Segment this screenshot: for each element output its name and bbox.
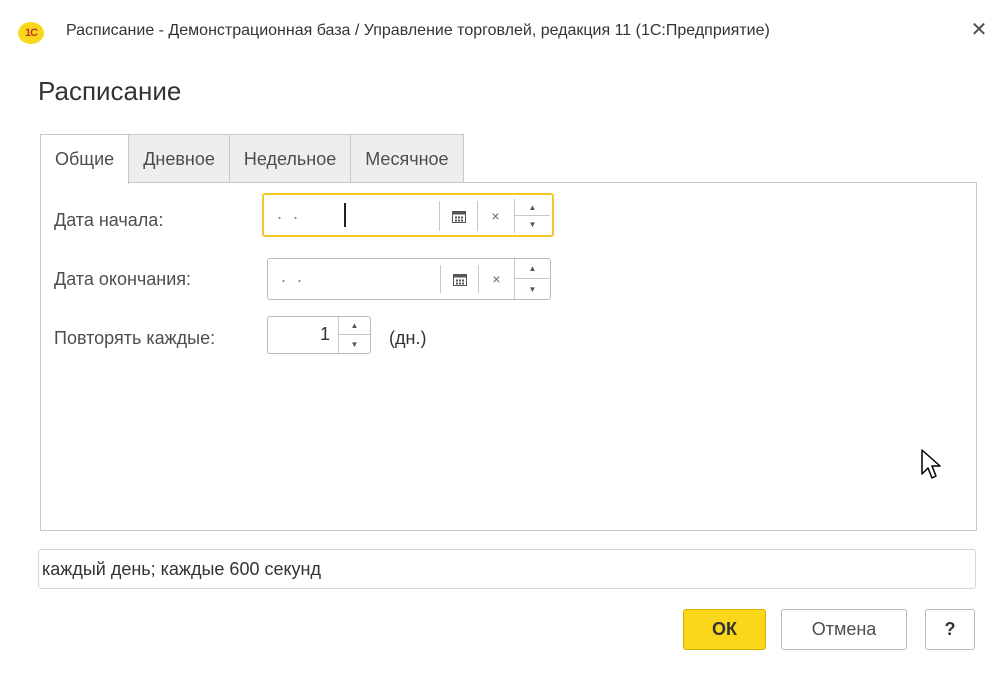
end-date-calendar-button[interactable] [440,265,478,293]
title-bar: 1С Расписание - Демонстрационная база / … [0,0,1006,64]
start-date-spin-down-button[interactable]: ▼ [515,216,550,233]
repeat-unit: (дн.) [389,328,427,348]
tab-daily[interactable]: Дневное [128,134,230,183]
spin-down-icon: ▼ [350,339,359,349]
end-date-spin: ▲ ▼ [514,259,550,299]
repeat-label: Повторять каждые: [54,328,216,348]
schedule-summary-text: каждый день; каждые 600 секунд [42,559,321,579]
start-date-value: . . [277,203,302,223]
schedule-window: 1С Расписание - Демонстрационная база / … [0,0,1006,674]
spin-down-icon: ▼ [528,220,537,229]
end-date-field[interactable]: . . × ▲ ▼ [267,258,551,300]
spin-up-icon: ▲ [528,264,537,273]
start-date-spin-up-button[interactable]: ▲ [515,199,550,216]
start-date-spin: ▲ ▼ [514,199,550,233]
close-button[interactable]: ✕ [966,16,992,44]
mouse-cursor-icon [921,449,941,479]
tab-general[interactable]: Общие [40,134,130,184]
text-caret [344,203,346,227]
end-date-clear-button[interactable]: × [478,265,514,293]
help-button[interactable]: ? [925,609,975,650]
start-date-clear-button[interactable]: × [477,201,513,231]
spin-down-icon: ▼ [528,284,537,294]
clear-icon: × [492,271,501,287]
repeat-interval-field[interactable]: 1 ▲ ▼ [267,316,371,354]
clear-icon: × [491,208,500,224]
window-title: Расписание - Демонстрационная база / Упр… [66,22,770,39]
tab-weekly[interactable]: Недельное [228,134,352,183]
cancel-button[interactable]: Отмена [781,609,907,650]
form-title: Расписание [38,76,182,106]
start-date-field[interactable]: . . × ▲ ▼ [262,193,554,237]
app-logo-icon: 1С [18,22,44,44]
repeat-interval-spin-down-button[interactable]: ▼ [339,335,370,353]
tab-panel-general: Дата начала: . . × ▲ ▼ Дата окончания: .… [40,182,977,531]
end-date-spin-down-button[interactable]: ▼ [515,279,550,299]
end-date-value: . . [281,266,306,286]
schedule-summary-field: каждый день; каждые 600 секунд [38,549,976,589]
start-date-label: Дата начала: [54,210,164,230]
tab-bar: Общие Дневное Недельное Месячное [40,134,464,184]
calendar-icon [451,210,466,223]
calendar-icon [452,273,467,286]
spin-up-icon: ▲ [528,202,537,212]
repeat-interval-spin-up-button[interactable]: ▲ [339,317,370,335]
ok-button[interactable]: ОК [683,609,766,650]
repeat-interval-value: 1 [319,324,330,344]
end-date-spin-up-button[interactable]: ▲ [515,259,550,279]
tab-monthly[interactable]: Месячное [350,134,464,183]
spin-up-icon: ▲ [350,321,359,330]
start-date-calendar-button[interactable] [439,201,477,231]
end-date-label: Дата окончания: [54,269,192,289]
repeat-interval-spin: ▲ ▼ [338,317,370,353]
